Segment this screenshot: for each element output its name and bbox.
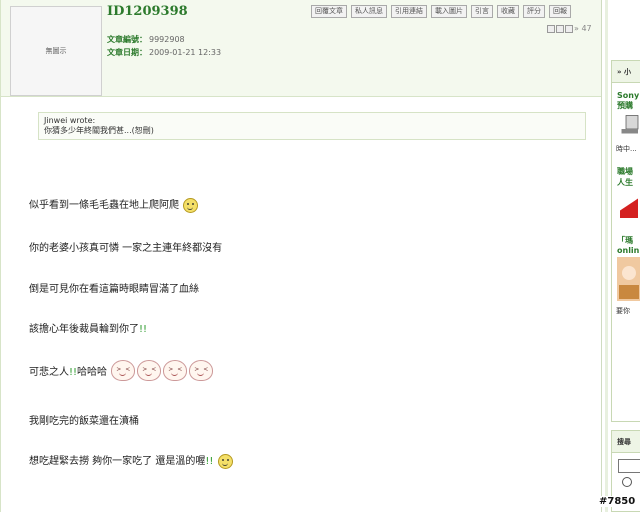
promo-thumbnail-icon[interactable]: [617, 188, 640, 218]
game-thumbnail-icon[interactable]: [617, 255, 640, 303]
post-toolbar: 回覆文章 私人訊息 引用連結 載入圖片 引言 收藏 評分 回報: [311, 5, 571, 18]
bun-emoticon-icon: > <: [189, 360, 214, 381]
report-button[interactable]: 回報: [549, 5, 571, 18]
line-1-text: 似乎看到一條毛毛蟲在地上爬阿爬: [29, 200, 179, 211]
username[interactable]: ID1209398: [107, 4, 188, 19]
bun-emoticons: > < > < > < > <: [111, 360, 215, 384]
favorite-button[interactable]: 收藏: [497, 5, 519, 18]
search-radio[interactable]: [622, 477, 632, 487]
quote-block: Jinwei wrote: 你猜多少年終關我們甚...(恕刪): [38, 112, 586, 140]
post-date-value: 2009-01-21 12:33: [149, 48, 222, 57]
link-icon[interactable]: [565, 24, 573, 33]
post-number-label: 文章編號：: [107, 35, 147, 44]
quote-text: 你猜多少年終關我們甚...(恕刪): [44, 126, 154, 135]
bun-emoticon-icon: > <: [137, 360, 162, 381]
line-4-text: 該擔心年後裁員輪到你了: [29, 324, 139, 335]
expand-icon[interactable]: [547, 24, 555, 33]
post-date-label: 文章日期：: [107, 48, 147, 57]
post-line-2: 你的老婆小孩真可憐 一家之主連年終都沒有: [29, 243, 223, 254]
grin-emoticon-icon: [217, 453, 233, 469]
floor-number: » 47: [574, 24, 592, 33]
bun-emoticon-icon: > <: [111, 360, 136, 381]
quote-link-button[interactable]: 引用連結: [391, 5, 427, 18]
sidebar-item-1-title[interactable]: Sony: [612, 91, 640, 100]
post-line-7: 想吃趕緊去撈 夠你一家吃了 還是溫的喔!!: [29, 452, 233, 469]
collapse-icon[interactable]: [556, 24, 564, 33]
post-line-3: 倒是可見你在看這篇時眼睛冒滿了血絲: [29, 284, 199, 295]
sidebar-item-3-sub: 要你: [616, 307, 630, 315]
avatar[interactable]: 無圖示: [10, 6, 102, 96]
rate-button[interactable]: 評分: [523, 5, 545, 18]
line-7-text: 想吃趕緊去撈 夠你一家吃了 還是溫的喔: [29, 456, 206, 467]
post-header: 無圖示 ID1209398 文章編號： 9992908 文章日期： 2009-01-…: [1, 0, 601, 97]
post-line-6: 我剛吃完的飯菜還在濆桶: [29, 416, 139, 427]
sidebar-item-3-title[interactable]: 「瑪: [612, 235, 640, 246]
search-header: 搜尋: [612, 431, 640, 453]
watermark: #7850: [597, 496, 638, 507]
line-7-mark: !!: [205, 456, 214, 467]
floor-controls: » 47: [547, 24, 592, 33]
search-input[interactable]: [618, 459, 640, 473]
sidebar-item-3-title-2[interactable]: onlin: [612, 246, 640, 255]
quote-button[interactable]: 引言: [471, 5, 493, 18]
sidebar-item-2-title-2[interactable]: 人生: [612, 177, 640, 188]
reply-button[interactable]: 回覆文章: [311, 5, 347, 18]
post-number-value: 9992908: [149, 35, 185, 44]
post-line-1: 似乎看到一條毛毛蟲在地上爬阿爬: [29, 196, 199, 213]
line-5-text: 可悲之人: [29, 367, 69, 378]
smile-emoticon-icon: [183, 197, 199, 213]
avatar-text: 無圖示: [45, 47, 67, 55]
post-line-5: 可悲之人!!哈哈哈 > < > < > < > <: [29, 360, 215, 384]
sidebar-item-2-title[interactable]: 職場: [612, 166, 640, 177]
post-box: 無圖示 ID1209398 文章編號： 9992908 文章日期： 2009-01-…: [0, 0, 602, 512]
scrollbar[interactable]: [605, 0, 608, 512]
sidebar-box-news: » 小 Sony 預購 時中... 職場 人生 「瑪 onlin 要你: [611, 60, 640, 422]
line-4-mark: !!: [139, 324, 148, 335]
sidebar-item-1-sub: 時中...: [616, 145, 637, 153]
post-line-4: 該擔心年後裁員輪到你了!!: [29, 320, 147, 335]
post-date: 文章日期： 2009-01-21 12:33: [107, 47, 221, 58]
sidebar-header: » 小: [612, 61, 640, 83]
sidebar-item-1-title-2[interactable]: 預購: [612, 100, 640, 111]
quote-author: Jinwei wrote:: [44, 116, 96, 125]
line-5-mark: !!: [69, 367, 78, 378]
laptop-thumbnail-icon[interactable]: [617, 111, 640, 141]
load-images-button[interactable]: 載入圖片: [431, 5, 467, 18]
line-5-tail: 哈哈哈: [77, 367, 108, 378]
bun-emoticon-icon: > <: [163, 360, 188, 381]
post-number: 文章編號： 9992908: [107, 34, 185, 45]
private-message-button[interactable]: 私人訊息: [351, 5, 387, 18]
